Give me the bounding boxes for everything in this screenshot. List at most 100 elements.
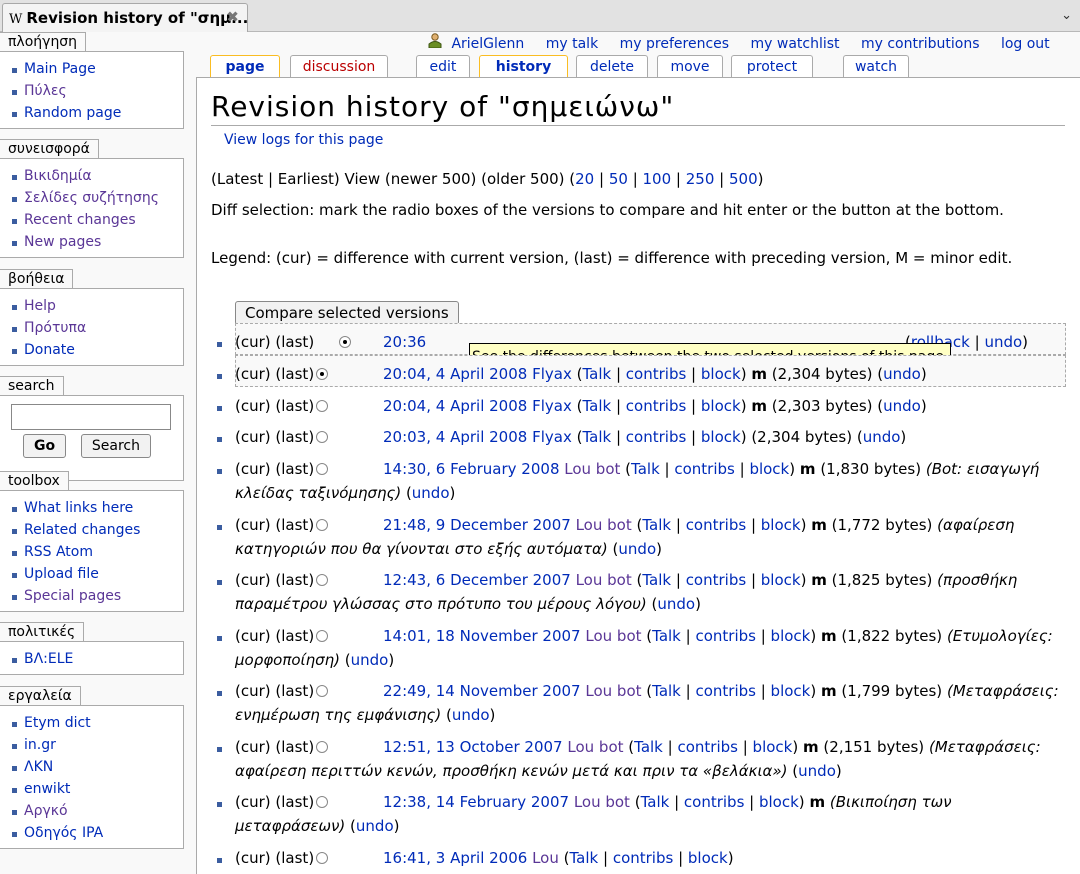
undo-link[interactable]: undo — [412, 484, 450, 502]
user-link[interactable]: Lou bot — [576, 516, 632, 534]
limit-50-link[interactable]: 50 — [609, 170, 628, 188]
revision-date-link[interactable]: 16:41, 3 April 2006 — [383, 849, 527, 867]
sidebar-item-related-changes[interactable]: Related changes — [9, 519, 183, 541]
revision-date-link[interactable]: 20:03, 4 April 2008 — [383, 428, 527, 446]
sidebar-item-enwikt[interactable]: enwikt — [9, 778, 183, 800]
revision-date-link[interactable]: 22:49, 14 November 2007 — [383, 682, 581, 700]
tab-watch[interactable]: watch — [843, 55, 909, 77]
view-logs-link[interactable]: View logs for this page — [224, 132, 383, 148]
last-link[interactable]: (last) — [275, 460, 314, 478]
sidebar-item-donate[interactable]: Donate — [9, 339, 183, 361]
block-link[interactable]: block — [761, 571, 801, 589]
revision-date-link[interactable]: 20:04, 4 April 2008 — [383, 365, 527, 383]
cur-link[interactable]: (cur) — [235, 516, 271, 534]
user-link[interactable]: Lou — [532, 849, 559, 867]
block-link[interactable]: block — [761, 516, 801, 534]
talk-link[interactable]: Talk — [570, 849, 599, 867]
go-button[interactable]: Go — [23, 434, 67, 458]
block-link[interactable]: block — [749, 460, 789, 478]
sidebar-item-policy-ele[interactable]: ΒΛ:ELE — [9, 648, 183, 670]
talk-link[interactable]: Talk — [642, 516, 671, 534]
compare-versions-button[interactable]: Compare selected versions — [235, 301, 459, 325]
tab-protect[interactable]: protect — [731, 55, 813, 77]
contribs-link[interactable]: contribs — [686, 516, 746, 534]
talk-link[interactable]: Talk — [631, 460, 660, 478]
contribs-link[interactable]: contribs — [686, 571, 746, 589]
user-link[interactable]: Lou bot — [564, 460, 620, 478]
cur-link[interactable]: (cur) — [235, 793, 271, 811]
sidebar-item-portals[interactable]: Πύλες — [9, 80, 183, 102]
last-link[interactable]: (last) — [275, 428, 314, 446]
sidebar-item-ipa-guide[interactable]: Οδηγός IPA — [9, 822, 183, 844]
user-page-link[interactable]: ArielGlenn — [451, 36, 524, 52]
user-link[interactable]: Lou bot — [574, 793, 630, 811]
block-link[interactable]: block — [759, 793, 799, 811]
user-link[interactable]: Flyax — [532, 397, 572, 415]
revision-date-link[interactable]: 12:38, 14 February 2007 — [383, 793, 569, 811]
my-watchlist-link[interactable]: my watchlist — [751, 36, 840, 52]
talk-link[interactable]: Talk — [652, 627, 681, 645]
user-link[interactable]: Flyax — [532, 428, 572, 446]
talk-link[interactable]: Talk — [582, 365, 611, 383]
limit-500-link[interactable]: 500 — [729, 170, 758, 188]
sidebar-item-random-page[interactable]: Random page — [9, 102, 183, 124]
my-talk-link[interactable]: my talk — [546, 36, 598, 52]
sidebar-item-in-gr[interactable]: in.gr — [9, 734, 183, 756]
user-link[interactable]: Flyax — [532, 365, 572, 383]
undo-link[interactable]: undo — [984, 333, 1022, 351]
block-link[interactable]: block — [771, 627, 811, 645]
revision-date-link[interactable]: 14:01, 18 November 2007 — [383, 627, 581, 645]
undo-link[interactable]: undo — [618, 540, 656, 558]
limit-20-link[interactable]: 20 — [575, 170, 594, 188]
talk-link[interactable]: Talk — [642, 571, 671, 589]
undo-link[interactable]: undo — [351, 651, 389, 669]
contribs-link[interactable]: contribs — [684, 793, 744, 811]
sidebar-item-main-page[interactable]: Main Page — [9, 58, 183, 80]
last-link[interactable]: (last) — [275, 793, 314, 811]
revision-date-link[interactable]: 20:36 — [383, 333, 426, 351]
talk-link[interactable]: Talk — [582, 397, 611, 415]
sidebar-item-help[interactable]: Help — [9, 295, 183, 317]
cur-link[interactable]: (cur) — [235, 428, 271, 446]
user-link[interactable]: Lou bot — [576, 571, 632, 589]
revision-date-link[interactable]: 14:30, 6 February 2008 — [383, 460, 559, 478]
talk-link[interactable]: Talk — [582, 428, 611, 446]
sidebar-item-talk-pages[interactable]: Σελίδες συζήτησης — [9, 187, 183, 209]
user-link[interactable]: Lou bot — [585, 627, 641, 645]
block-link[interactable]: block — [771, 682, 811, 700]
cur-link[interactable]: (cur) — [235, 682, 271, 700]
sidebar-item-argko[interactable]: Αργκό — [9, 800, 183, 822]
sidebar-item-rss-atom[interactable]: RSS Atom — [9, 541, 183, 563]
sidebar-item-recent-changes[interactable]: Recent changes — [9, 209, 183, 231]
limit-100-link[interactable]: 100 — [643, 170, 672, 188]
cur-link[interactable]: (cur) — [235, 365, 271, 383]
cur-link[interactable]: (cur) — [235, 849, 271, 867]
tab-discussion[interactable]: discussion — [290, 55, 388, 77]
undo-link[interactable]: undo — [863, 428, 901, 446]
tab-move[interactable]: move — [657, 55, 723, 77]
user-link[interactable]: Lou bot — [567, 738, 623, 756]
search-input[interactable] — [11, 404, 171, 430]
sidebar-item-lkn[interactable]: ΛΚΝ — [9, 756, 183, 778]
block-link[interactable]: block — [701, 365, 741, 383]
sidebar-item-upload-file[interactable]: Upload file — [9, 563, 183, 585]
last-link[interactable]: (last) — [275, 516, 314, 534]
sidebar-item-templates[interactable]: Πρότυπα — [9, 317, 183, 339]
revision-date-link[interactable]: 20:04, 4 April 2008 — [383, 397, 527, 415]
sidebar-item-special-pages[interactable]: Special pages — [9, 585, 183, 607]
revision-date-link[interactable]: 12:43, 6 December 2007 — [383, 571, 571, 589]
log-out-link[interactable]: log out — [1001, 36, 1050, 52]
tab-delete[interactable]: delete — [576, 55, 648, 77]
contribs-link[interactable]: contribs — [626, 397, 686, 415]
sidebar-item-etym-dict[interactable]: Etym dict — [9, 712, 183, 734]
undo-link[interactable]: undo — [798, 762, 836, 780]
contribs-link[interactable]: contribs — [626, 428, 686, 446]
last-link[interactable]: (last) — [275, 333, 314, 351]
cur-link[interactable]: (cur) — [235, 627, 271, 645]
block-link[interactable]: block — [688, 849, 728, 867]
last-link[interactable]: (last) — [275, 571, 314, 589]
undo-link[interactable]: undo — [657, 595, 695, 613]
revision-date-link[interactable]: 21:48, 9 December 2007 — [383, 516, 571, 534]
cur-link[interactable]: (cur) — [235, 738, 271, 756]
undo-link[interactable]: undo — [883, 365, 921, 383]
